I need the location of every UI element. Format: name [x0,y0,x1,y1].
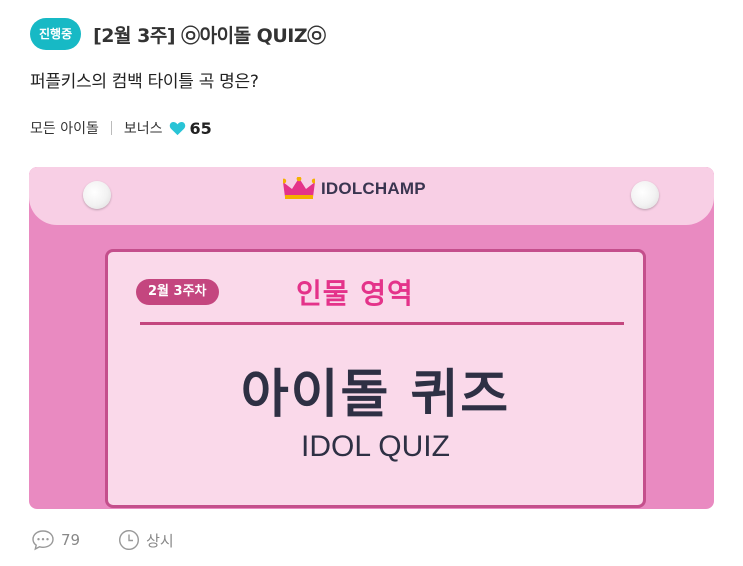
quiz-title-korean: 아이돌 퀴즈 [240,365,511,425]
quiz-banner-image[interactable]: IDOLCHAMP 2월 3주차 인물 영역 아이돌 퀴즈 IDOL QUIZ [29,167,714,509]
comment-count[interactable]: 79 [31,529,80,551]
idolchamp-logo: IDOLCHAMP [283,175,426,203]
post-meta: 모든 아이돌 보너스 65 [30,118,212,138]
logo-text: IDOLCHAMP [321,179,426,198]
heart-icon [169,121,185,135]
clock-icon [119,529,140,551]
post-footer: 79 상시 [31,529,174,551]
category-label[interactable]: 모든 아이돌 [30,118,99,138]
comment-icon [32,530,54,551]
post-header: 진행중 [2월 3주] ㉧아이돌 QUIZ㉧ [30,16,326,52]
bonus-value: 65 [189,118,212,138]
quiz-question: 퍼플키스의 컴백 타이틀 곡 명은? [30,72,259,92]
quiz-title-english: IDOL QUIZ [301,430,450,463]
pin-icon [631,181,659,209]
divider [110,121,112,135]
crown-icon [283,177,315,199]
comment-count-value: 79 [61,531,81,549]
quiz-info-panel: 2월 3주차 인물 영역 아이돌 퀴즈 IDOL QUIZ [105,249,646,508]
status-badge: 진행중 [30,18,82,50]
bonus-label: 보너스 [123,121,163,137]
time-info: 상시 [118,529,174,551]
panel-divider [140,322,624,325]
pin-icon [83,181,111,209]
time-label: 상시 [146,531,174,550]
week-badge: 2월 3주차 [136,279,219,305]
post-title[interactable]: [2월 3주] ㉧아이돌 QUIZ㉧ [93,21,326,48]
area-label: 인물 영역 [296,277,414,310]
